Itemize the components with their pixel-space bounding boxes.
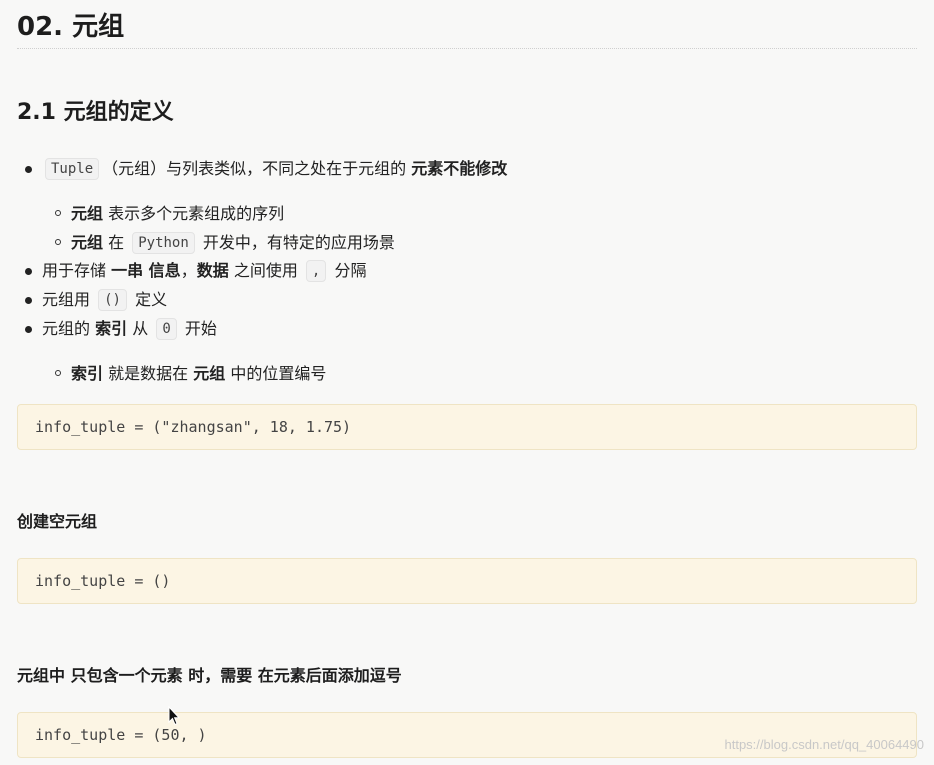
sub-list-bullet: [55, 370, 61, 376]
list-bold: 索引: [71, 364, 104, 383]
heading-tuple-definition: 2.1 元组的定义: [17, 100, 174, 125]
list-bold: 元组: [193, 364, 226, 383]
list-text: 分隔: [334, 261, 367, 280]
list-bullet: [25, 166, 32, 173]
list-bullet: [25, 326, 32, 333]
list-bold: 元素不能修改: [411, 159, 508, 178]
sub-list-item: 元组 表示多个元素组成的序列: [71, 202, 284, 226]
heading-divider: [17, 48, 917, 49]
list-text: 定义: [135, 290, 168, 309]
heading-text: 元组中: [17, 666, 66, 685]
list-text: 开始: [184, 319, 217, 338]
heading-tuples: 02. 元组: [17, 12, 125, 42]
inline-code: Python: [132, 232, 195, 254]
list-text: 元组的: [42, 319, 91, 338]
sub-list-item: 元组 在 Python 开发中，有特定的应用场景: [71, 231, 395, 255]
heading-text: 在元素后面添加逗号: [257, 666, 402, 685]
list-text: 开发中，有特定的应用场景: [202, 233, 395, 252]
list-text: 中的位置编号: [230, 364, 327, 383]
heading-create-empty-tuple: 创建空元组: [17, 512, 98, 531]
code-block[interactable]: info_tuple = ("zhangsan", 18, 1.75): [17, 404, 917, 450]
heading-single-element-tuple: 元组中 只包含一个元素 时，需要 在元素后面添加逗号: [17, 664, 402, 688]
inline-code: ,: [305, 260, 327, 282]
list-text: 元组用: [42, 290, 91, 309]
list-bold: 元组: [71, 233, 104, 252]
inline-code: Tuple: [45, 158, 100, 180]
sub-list-bullet: [55, 239, 61, 245]
list-bold: 元组: [71, 204, 104, 223]
list-text: 在: [108, 233, 125, 252]
list-bold: 一串 信息: [111, 261, 181, 280]
list-text: 用于存储: [42, 261, 107, 280]
list-bold: 索引: [95, 319, 128, 338]
mouse-cursor-icon: [168, 706, 180, 726]
document-page: 02. 元组 2.1 元组的定义 Tuple （元组）与列表类似，不同之处在于元组…: [0, 0, 934, 765]
code-block[interactable]: info_tuple = (): [17, 558, 917, 604]
list-item: Tuple （元组）与列表类似，不同之处在于元组的 元素不能修改: [42, 157, 507, 181]
heading-text: 时，需要: [188, 666, 253, 685]
list-item: 用于存储 一串 信息，数据 之间使用 , 分隔: [42, 259, 366, 283]
inline-code: (): [98, 289, 127, 311]
list-text: 表示多个元素组成的序列: [108, 204, 285, 223]
list-bullet: [25, 297, 32, 304]
sub-list-bullet: [55, 210, 61, 216]
watermark-url: https://blog.csdn.net/qq_40064490: [724, 737, 925, 752]
heading-text: 只包含一个元素: [70, 666, 183, 685]
list-text: ，: [180, 261, 197, 280]
list-text: 就是数据在: [108, 364, 189, 383]
inline-code: 0: [156, 318, 177, 340]
list-text: （元组）与列表类似，不同之处在于元组的: [102, 159, 407, 178]
list-item: 元组用 () 定义: [42, 288, 167, 312]
list-text: 之间使用: [233, 261, 298, 280]
list-bold: 数据: [196, 261, 229, 280]
list-item: 元组的 索引 从 0 开始: [42, 317, 217, 341]
list-bullet: [25, 268, 32, 275]
sub-list-item: 索引 就是数据在 元组 中的位置编号: [71, 362, 326, 386]
list-text: 从: [132, 319, 149, 338]
